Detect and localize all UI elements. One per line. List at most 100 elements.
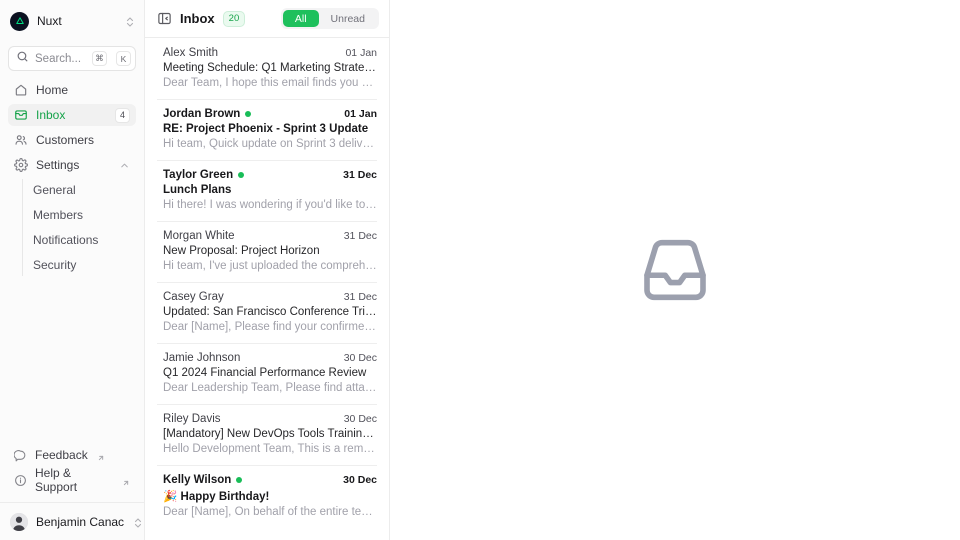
mail-list-item[interactable]: Morgan White 31 Dec New Proposal: Projec…	[145, 221, 389, 282]
sidebar-item-security[interactable]: Security	[33, 254, 136, 276]
mail-sender: Riley Davis	[163, 413, 221, 425]
sidebar-item-members[interactable]: Members	[33, 204, 136, 226]
mail-sender: Jamie Johnson	[163, 352, 241, 364]
mail-list-item[interactable]: Alex Smith 01 Jan Meeting Schedule: Q1 M…	[145, 38, 389, 99]
mail-date: 30 Dec	[343, 352, 377, 364]
mail-sender: Jordan Brown	[163, 108, 241, 120]
mail-detail-panel	[390, 0, 960, 540]
sidebar-item-customers[interactable]: Customers	[8, 129, 136, 151]
mail-list-item[interactable]: Jamie Johnson 30 Dec Q1 2024 Financial P…	[145, 343, 389, 404]
mail-sender: Morgan White	[163, 230, 235, 242]
mail-date: 30 Dec	[343, 474, 377, 486]
mail-list-item[interactable]: Kelly Wilson 30 Dec 🎉 Happy Birthday! De…	[145, 465, 389, 528]
sidebar-item-general[interactable]: General	[33, 179, 136, 201]
mail-date: 31 Dec	[343, 230, 377, 242]
mail-list-scroll[interactable]: Alex Smith 01 Jan Meeting Schedule: Q1 M…	[145, 38, 389, 540]
filter-all-button[interactable]: All	[282, 10, 319, 27]
mail-date: 31 Dec	[343, 291, 377, 303]
sidebar-item-home[interactable]: Home	[8, 79, 136, 101]
mail-preview: Hi there! I was wondering if you'd like …	[163, 199, 377, 211]
sidebar-item-help-support[interactable]: Help & Support	[8, 466, 136, 494]
mail-list-panel: Inbox 20 All Unread Alex Smith 01 Jan Me…	[145, 0, 390, 540]
mail-preview: Dear Team, I hope this email finds you w…	[163, 77, 377, 89]
mail-sender: Alex Smith	[163, 47, 218, 59]
nuxt-logo-icon	[10, 11, 29, 31]
sidebar-nav: Home Inbox 4 Customers Settings General …	[0, 79, 144, 279]
sidebar-item-label: Settings	[36, 158, 80, 172]
inbox-icon	[14, 108, 28, 122]
mail-item-header: Riley Davis 30 Dec	[163, 413, 377, 425]
sidebar-subitem-label: General	[33, 183, 76, 197]
inbox-count-badge: 4	[114, 107, 130, 123]
sidebar-subitem-label: Members	[33, 208, 84, 222]
mail-list-item[interactable]: Jordan Brown 01 Jan RE: Project Phoenix …	[145, 99, 389, 160]
mail-date: 30 Dec	[343, 413, 377, 425]
filter-unread-button[interactable]: Unread	[319, 10, 377, 27]
sidebar: Nuxt Search... ⌘ K Home Inbox 4 Customer…	[0, 0, 145, 540]
gear-icon	[14, 158, 28, 172]
sidebar-item-label: Feedback	[35, 448, 88, 462]
unread-dot-icon	[245, 111, 252, 117]
mail-item-header: Kelly Wilson 30 Dec	[163, 474, 377, 486]
user-name: Benjamin Canac	[36, 514, 125, 529]
sidebar-subitem-label: Notifications	[33, 233, 99, 247]
team-switcher[interactable]: Nuxt	[10, 2, 136, 40]
mail-sender: Kelly Wilson	[163, 474, 232, 486]
mail-item-header: Morgan White 31 Dec	[163, 230, 377, 242]
chevron-up-down-icon[interactable]	[132, 516, 144, 528]
external-link-icon	[122, 476, 130, 486]
users-icon	[14, 133, 28, 147]
mail-date: 31 Dec	[343, 169, 377, 181]
mail-list-item[interactable]: Riley Davis 30 Dec [Mandatory] New DevOp…	[145, 404, 389, 465]
mail-subject: Q1 2024 Financial Performance Review	[163, 367, 367, 379]
mail-preview: Hi team, I've just uploaded the comprehe…	[163, 260, 377, 272]
unread-dot-icon	[238, 172, 245, 178]
mail-subject: RE: Project Phoenix - Sprint 3 Update	[163, 123, 369, 135]
home-icon	[14, 83, 28, 97]
external-link-icon	[97, 451, 105, 461]
sidebar-item-feedback[interactable]: Feedback	[8, 444, 136, 466]
sidebar-item-notifications[interactable]: Notifications	[33, 229, 136, 251]
chevron-up-icon[interactable]	[119, 160, 130, 171]
mail-subject: Updated: San Francisco Conference Trip I…	[163, 306, 377, 318]
mail-item-header: Taylor Green 31 Dec	[163, 169, 377, 181]
sidebar-item-label: Help & Support	[35, 466, 78, 494]
search-input[interactable]: Search... ⌘ K	[8, 46, 136, 71]
sidebar-item-label: Customers	[36, 133, 95, 147]
sidebar-item-inbox[interactable]: Inbox 4	[8, 104, 136, 126]
mail-preview: Hello Development Team, This is a remind…	[163, 443, 377, 455]
page-title: Inbox	[180, 11, 215, 26]
kbd-command: ⌘	[92, 51, 107, 66]
mail-list-item[interactable]: Casey Gray 31 Dec Updated: San Francisco…	[145, 282, 389, 343]
app-root: Nuxt Search... ⌘ K Home Inbox 4 Customer…	[0, 0, 960, 540]
sidebar-footer-links: Feedback Help & Support	[0, 444, 144, 502]
mail-sender: Taylor Green	[163, 169, 234, 181]
user-menu[interactable]: Benjamin Canac	[0, 502, 144, 540]
chevron-up-down-icon[interactable]	[124, 15, 136, 27]
kbd-k: K	[116, 51, 131, 66]
sidebar-item-label: Home	[36, 83, 69, 97]
mail-item-header: Jamie Johnson 30 Dec	[163, 352, 377, 364]
sidebar-subitem-label: Security	[33, 258, 77, 272]
panel-left-collapse-icon[interactable]	[157, 11, 172, 26]
team-name: Nuxt	[37, 14, 62, 28]
mail-date: 01 Jan	[344, 108, 377, 120]
mail-item-header: Alex Smith 01 Jan	[163, 47, 377, 59]
sidebar-item-settings[interactable]: Settings	[8, 154, 136, 176]
mail-item-header: Casey Gray 31 Dec	[163, 291, 377, 303]
inbox-total-badge: 20	[222, 10, 246, 27]
mail-sender: Casey Gray	[163, 291, 224, 303]
mail-list-item[interactable]: Taylor Green 31 Dec Lunch Plans Hi there…	[145, 160, 389, 221]
chat-bubble-icon	[13, 449, 27, 462]
mail-subject: 🎉 Happy Birthday!	[163, 491, 270, 503]
mail-subject: New Proposal: Project Horizon	[163, 245, 320, 257]
filter-toggle-group: All Unread	[280, 8, 379, 29]
settings-subnav: General Members Notifications Security	[8, 179, 136, 276]
inbox-tray-icon	[633, 228, 717, 312]
search-icon	[16, 50, 29, 68]
mail-preview: Dear [Name], Please find your confirmed …	[163, 321, 377, 333]
search-placeholder: Search...	[35, 52, 82, 65]
mail-subject: [Mandatory] New DevOps Tools Training Se…	[163, 428, 377, 440]
mail-item-header: Jordan Brown 01 Jan	[163, 108, 377, 120]
